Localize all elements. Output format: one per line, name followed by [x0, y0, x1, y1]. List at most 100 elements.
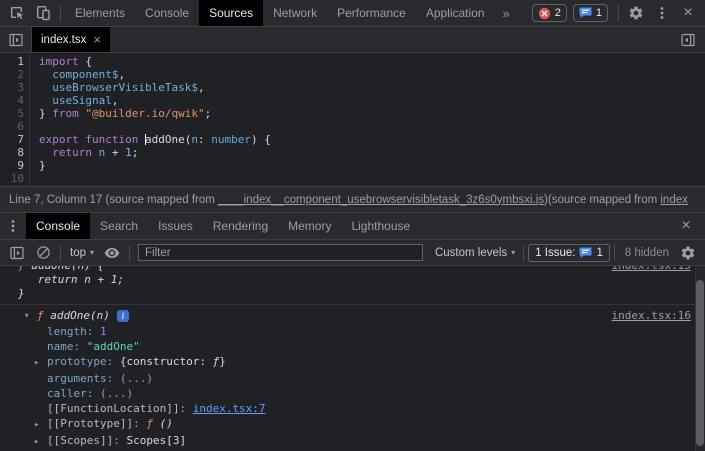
log-levels-dropdown[interactable]: Custom levels ▾ [431, 247, 519, 259]
expand-arrow-icon[interactable]: ▸ [34, 418, 47, 433]
close-devtools-button[interactable]: × [675, 0, 701, 26]
property-name: [[Prototype]] [47, 417, 134, 430]
code-line[interactable]: 5} from "@builder.io/qwik"; [0, 107, 705, 120]
inspect-element-button[interactable] [4, 0, 30, 26]
vertical-dots-icon [6, 219, 20, 233]
scrollbar-thumb[interactable] [696, 280, 704, 446]
code-line[interactable]: 8 return n + 1; [0, 146, 705, 159]
code-line[interactable]: 6 [0, 120, 705, 133]
drawer-tab-memory[interactable]: Memory [278, 213, 341, 239]
line-number[interactable]: 5 [0, 107, 30, 120]
line-number[interactable]: 3 [0, 81, 30, 94]
object-property-row[interactable]: [[FunctionLocation]]: index.tsx:7 [34, 401, 691, 416]
function-object-header[interactable]: ▾ ƒ addOne(n) i index.tsx:16 [24, 308, 691, 324]
eye-icon [104, 245, 120, 261]
object-property-row[interactable]: name: "addOne" [34, 339, 691, 354]
console-scrollbar[interactable] [695, 266, 705, 451]
console-settings-button[interactable] [675, 240, 701, 266]
more-panels-button[interactable]: » [495, 6, 518, 21]
drawer-tab-rendering[interactable]: Rendering [203, 213, 278, 239]
object-property-row[interactable]: arguments: (...) [34, 371, 691, 386]
file-tab-index-tsx[interactable]: index.tsx × [32, 27, 110, 52]
code-line[interactable]: 7 export function addOne(n: number) { [0, 133, 705, 146]
object-property-row[interactable]: caller: (...) [34, 386, 691, 401]
error-badge[interactable]: 2 [531, 4, 567, 22]
source-link[interactable]: index.tsx:15 [612, 266, 691, 273]
tab-sources[interactable]: Sources [199, 0, 264, 26]
object-property-row[interactable]: ▸ [[Prototype]]: ƒ () [34, 416, 691, 433]
source-mapped-link[interactable]: ____index__component_usebrowservisibleta… [218, 194, 544, 206]
tab-network[interactable]: Network [263, 0, 327, 26]
filter-input[interactable] [138, 244, 423, 261]
console-log-line: } [18, 287, 25, 300]
line-number[interactable]: 1 [0, 55, 30, 68]
context-label: top [70, 246, 86, 259]
line-number[interactable]: 8 [0, 146, 30, 159]
gear-icon [680, 245, 696, 261]
tab-elements[interactable]: Elements [65, 0, 135, 26]
code-editor[interactable]: 1 import {2 component$, 3 useBrowserVisibl… [0, 53, 705, 186]
line-number[interactable]: 6 [0, 120, 30, 133]
toolbar-divider [60, 5, 61, 21]
expand-arrow-icon[interactable]: ▸ [34, 435, 47, 450]
line-number[interactable]: 7 [0, 133, 30, 146]
tab-console[interactable]: Console [135, 0, 199, 26]
line-number[interactable]: 4 [0, 94, 30, 107]
drawer-tab-issues[interactable]: Issues [148, 213, 203, 239]
chevrons-icon: » [502, 5, 510, 21]
tab-application[interactable]: Application [416, 0, 495, 26]
toolbar-divider [60, 244, 61, 261]
main-menu-button[interactable] [649, 0, 675, 26]
close-drawer-button[interactable]: × [673, 213, 699, 239]
code-line[interactable]: 9} [0, 159, 705, 172]
drawer-tabs: Console Search Issues Rendering Memory Lighth… [26, 213, 420, 239]
editor-status-bar: Line 7, Column 17 (source mapped from __… [0, 186, 705, 212]
hidden-messages-count: 8 hidden [624, 246, 669, 259]
code-line[interactable]: 2 component$, [0, 68, 705, 81]
drawer-tab-search[interactable]: Search [90, 213, 148, 239]
code-line[interactable]: 3 useBrowserVisibleTask$, [0, 81, 705, 94]
console-entry: ƒ addOne(n) {index.tsx:15 return n + 1;} [0, 266, 705, 305]
line-number[interactable]: 10 [0, 172, 30, 185]
code-line[interactable]: 10 [0, 172, 705, 185]
console-output: ƒ addOne(n) {index.tsx:15 return n + 1;}… [0, 266, 705, 451]
console-log-line: return n + 1; [18, 273, 124, 286]
tab-performance[interactable]: Performance [327, 0, 416, 26]
code-line[interactable]: 4 useSignal, [0, 94, 705, 107]
collapse-arrow-icon[interactable]: ▾ [24, 308, 37, 324]
object-property-row[interactable]: ▸ prototype: {constructor: ƒ} [34, 354, 691, 371]
line-number[interactable]: 9 [0, 159, 30, 172]
device-toolbar-icon [35, 5, 51, 21]
gear-icon [628, 5, 644, 21]
object-property-row[interactable]: ▸ [[Scopes]]: Scopes[3] [34, 433, 691, 450]
object-properties: length: 1 name: "addOne" ▸ prototype: {cons… [0, 324, 691, 450]
info-icon[interactable]: i [116, 310, 129, 322]
panel-left-arrow-icon [681, 33, 695, 47]
show-navigator-button[interactable] [0, 27, 32, 52]
settings-button[interactable] [623, 0, 649, 26]
issues-counter-button[interactable]: 1 Issue: 1 [528, 243, 610, 262]
expand-arrow-icon[interactable]: ▸ [34, 356, 47, 371]
issue-button-label: 1 Issue: [535, 246, 576, 259]
drawer-tabbar: Console Search Issues Rendering Memory Lighth… [0, 212, 705, 240]
drawer-tab-console[interactable]: Console [26, 213, 91, 239]
issues-badge[interactable]: 1 [572, 4, 608, 22]
show-console-sidebar-button[interactable] [4, 240, 30, 266]
toolbar-divider [618, 5, 619, 21]
drawer-menu-button[interactable] [0, 213, 26, 239]
console-toolbar: top ▾ Custom levels ▾ 1 Issue: [0, 240, 705, 266]
clear-console-button[interactable] [30, 240, 56, 266]
property-name: [[Scopes]] [47, 434, 114, 447]
line-number[interactable]: 2 [0, 68, 30, 81]
context-selector[interactable]: top ▾ [65, 247, 99, 259]
drawer-tab-lighthouse[interactable]: Lighthouse [341, 213, 420, 239]
source-mapped-link[interactable]: index [660, 194, 688, 206]
live-expression-button[interactable] [99, 240, 125, 266]
object-property-row[interactable]: length: 1 [34, 324, 691, 339]
device-toolbar-button[interactable] [30, 0, 56, 26]
show-debugger-button[interactable] [675, 27, 701, 53]
code-line[interactable]: 1 import { [0, 55, 705, 68]
source-link[interactable]: index.tsx:16 [612, 308, 691, 324]
chevron-down-icon: ▾ [511, 248, 516, 257]
close-icon[interactable]: × [93, 32, 101, 47]
